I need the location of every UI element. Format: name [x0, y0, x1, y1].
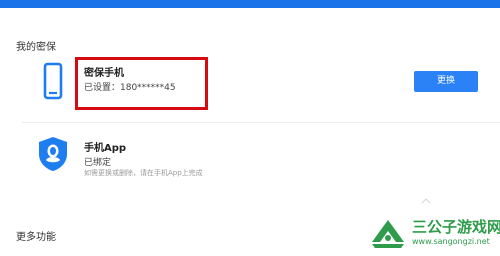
mobile-phone-icon — [43, 62, 63, 100]
chevron-up-icon[interactable] — [420, 197, 432, 205]
watermark-site-name: 三公子游戏网 — [412, 218, 500, 236]
top-bar — [0, 0, 500, 8]
app-title: 手机App — [84, 143, 127, 154]
qq-shield-icon — [39, 137, 67, 171]
app-hint: 如需更换或删除，请在手机App上完成 — [84, 169, 203, 177]
divider — [22, 122, 500, 123]
app-status: 已绑定 — [84, 158, 112, 168]
section-title-more-features: 更多功能 — [16, 232, 56, 243]
section-title-my-security: 我的密保 — [16, 42, 56, 53]
watermark-site-url: www.sangongzi.net — [412, 237, 490, 246]
page: 我的密保 密保手机 已设置：180******45 更换 手机App 已绑定 如… — [0, 0, 500, 256]
highlight-box — [75, 57, 208, 110]
change-phone-button[interactable]: 更换 — [414, 71, 478, 92]
site-watermark: 三公子游戏网 www.sangongzi.net — [360, 208, 500, 256]
watermark-logo-icon — [372, 220, 404, 248]
